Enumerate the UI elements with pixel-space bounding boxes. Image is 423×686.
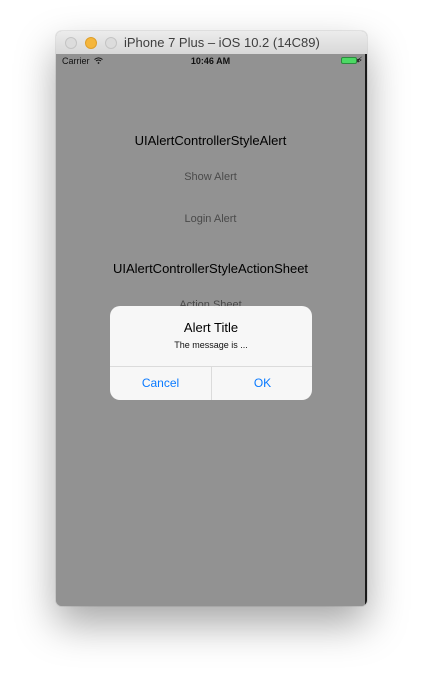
status-time: 10:46 AM	[190, 56, 231, 66]
ok-button[interactable]: OK	[212, 367, 312, 400]
login-alert-button[interactable]: Login Alert	[56, 213, 365, 225]
cancel-button[interactable]: Cancel	[110, 367, 211, 400]
show-alert-button[interactable]: Show Alert	[56, 171, 365, 183]
window-title: iPhone 7 Plus – iOS 10.2 (14C89)	[124, 35, 320, 50]
action-sheet-section-title: UIAlertControllerStyleActionSheet	[112, 261, 309, 276]
battery-icon	[341, 57, 359, 64]
status-bar: Carrier 10:46 AM ⚡	[56, 54, 365, 68]
alert-section-title: UIAlertControllerStyleAlert	[134, 133, 287, 148]
close-window-button[interactable]	[65, 37, 77, 49]
charging-bolt-icon: ⚡	[356, 55, 363, 65]
zoom-window-button[interactable]	[105, 37, 117, 49]
alert-message: The message is ...	[174, 340, 248, 350]
simulator-window: iPhone 7 Plus – iOS 10.2 (14C89) Carrier…	[56, 31, 367, 606]
window-titlebar[interactable]: iPhone 7 Plus – iOS 10.2 (14C89)	[56, 31, 367, 55]
alert-dialog: Alert Title The message is ... Cancel OK	[110, 306, 312, 400]
device-screen: Carrier 10:46 AM ⚡ UIAlertControllerStyl…	[56, 54, 367, 606]
minimize-window-button[interactable]	[85, 37, 97, 49]
alert-title: Alert Title	[183, 320, 239, 335]
